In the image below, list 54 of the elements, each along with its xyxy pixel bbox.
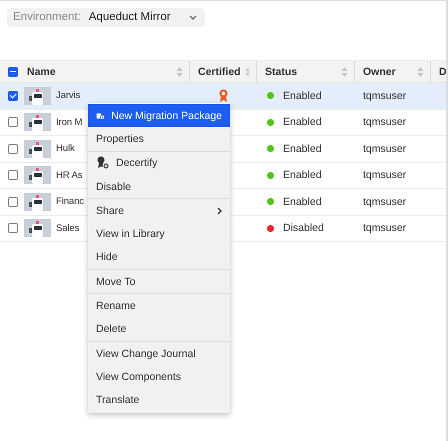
- row-checkbox[interactable]: [8, 196, 18, 207]
- status-text: Enabled: [283, 116, 322, 128]
- menu-item[interactable]: Delete: [88, 318, 230, 341]
- menu-item[interactable]: View Components: [88, 365, 230, 389]
- row-checkbox[interactable]: [8, 90, 18, 101]
- select-all-checkbox[interactable]: [8, 66, 18, 76]
- status-text: Enabled: [283, 142, 322, 155]
- menu-item[interactable]: View Change Journal: [88, 342, 230, 366]
- robot-thumbnail: [24, 192, 51, 211]
- menu-item[interactable]: View in Library: [88, 222, 230, 246]
- menu-item[interactable]: Translate: [88, 388, 230, 412]
- row-checkbox[interactable]: [8, 170, 18, 180]
- owner-text: tqmsuser: [363, 196, 406, 208]
- column-header[interactable]: Name: [27, 66, 172, 78]
- owner-text: tqmsuser: [363, 90, 406, 102]
- bot-name[interactable]: HR As: [56, 170, 82, 181]
- bot-name[interactable]: Jarvis: [56, 90, 80, 102]
- status-text: Disabled: [283, 222, 324, 234]
- owner-text: tqmsuser: [363, 169, 406, 182]
- table-row[interactable]: Jarvis Enabled tqmsuser: [0, 83, 446, 110]
- robot-thumbnail: [24, 86, 51, 105]
- bot-name[interactable]: Iron M: [56, 116, 82, 128]
- column-header[interactable]: D: [439, 66, 446, 78]
- robot-thumbnail: [24, 166, 51, 184]
- row-checkbox[interactable]: [8, 117, 18, 128]
- status-text: Enabled: [283, 169, 322, 182]
- row-checkbox[interactable]: [8, 223, 18, 234]
- column-header[interactable]: Certified: [198, 66, 241, 78]
- robot-thumbnail: [24, 113, 51, 132]
- bot-name[interactable]: Sales: [56, 222, 80, 234]
- menu-item[interactable]: Properties: [88, 127, 230, 151]
- column-header[interactable]: Owner: [363, 66, 413, 78]
- status-text: Enabled: [283, 196, 322, 208]
- robot-thumbnail: [24, 140, 51, 158]
- menu-item[interactable]: Rename: [88, 294, 230, 318]
- menu-item[interactable]: New Migration Package: [88, 104, 230, 128]
- menu-item[interactable]: Disable: [88, 174, 230, 198]
- robot-thumbnail: [24, 219, 51, 238]
- menu-item[interactable]: Decertify: [88, 152, 230, 175]
- decertify-icon: [96, 156, 110, 170]
- menu-item[interactable]: Hide: [88, 246, 230, 270]
- chevron-right-icon: [217, 206, 222, 215]
- column-header[interactable]: Status: [265, 66, 337, 78]
- status-text: Enabled: [283, 90, 322, 102]
- row-checkbox[interactable]: [8, 144, 18, 154]
- owner-text: tqmsuser: [363, 116, 406, 128]
- environment-dropdown[interactable]: Environment: Aqueduct Mirror: [7, 8, 205, 27]
- owner-text: tqmsuser: [363, 142, 406, 155]
- bot-name[interactable]: Hulk: [56, 143, 75, 154]
- menu-item[interactable]: Move To: [88, 270, 230, 294]
- menu-item[interactable]: Share: [88, 199, 230, 222]
- owner-text: tqmsuser: [363, 222, 406, 234]
- bot-name[interactable]: Financ: [56, 196, 84, 208]
- chevron-down-icon: [188, 14, 197, 20]
